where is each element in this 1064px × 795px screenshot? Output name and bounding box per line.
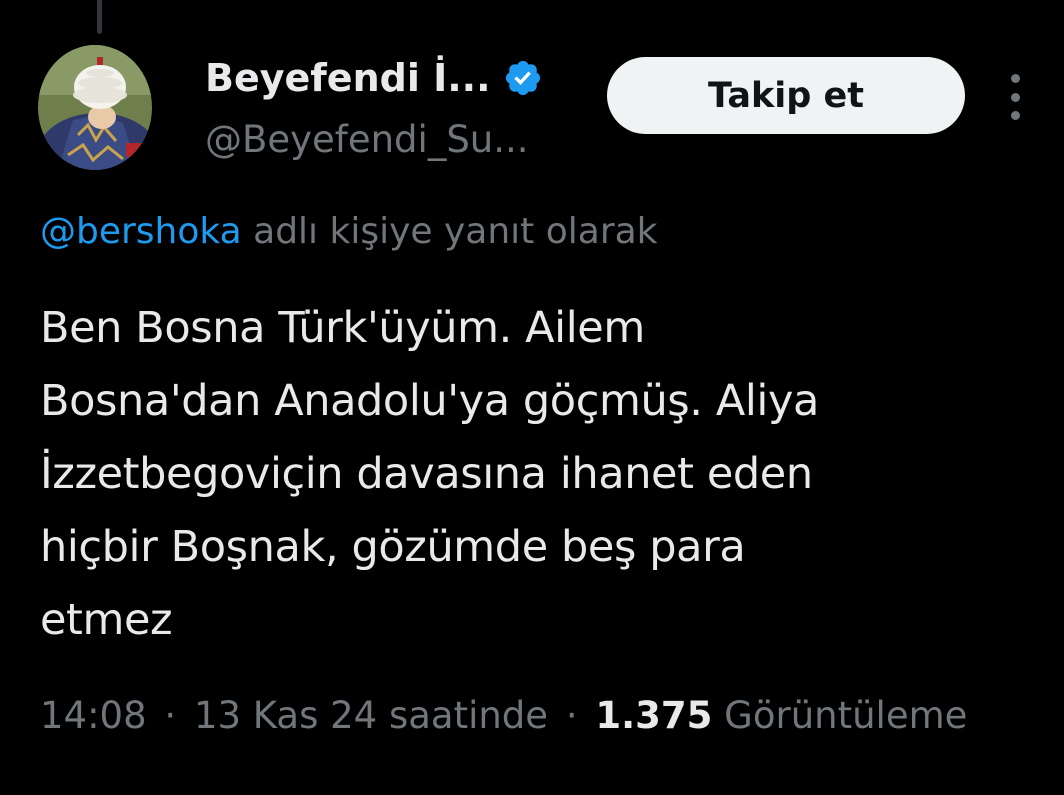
more-dot (1010, 74, 1020, 83)
views-label: Görüntüleme (724, 694, 968, 737)
reply-mention-link[interactable]: @bershoka (40, 211, 242, 252)
tweet-text: Ben Bosna Türk'üyüm. Ailem Bosna'dan Ana… (40, 303, 819, 645)
avatar-ottoman-turban-icon (38, 45, 152, 170)
tweet-time[interactable]: 14:08 (40, 694, 147, 737)
author-name-row: Beyefendi İ... (205, 50, 543, 106)
reply-context-label: adlı kişiye yanıt olarak (241, 211, 658, 252)
follow-button[interactable]: Takip et (607, 57, 965, 134)
avatar[interactable] (38, 45, 152, 170)
reply-context: @bershoka adlı kişiye yanıt olarak (40, 211, 658, 252)
more-dot (1010, 111, 1020, 120)
views-count[interactable]: 1.375 (595, 694, 712, 737)
tweet-meta: 14:08 · 13 Kas 24 saatinde · 1.375 Görün… (40, 686, 1040, 746)
more-vertical-icon[interactable] (1000, 74, 1030, 120)
verified-badge-icon (503, 58, 543, 98)
meta-separator: · (565, 694, 578, 737)
author-display-name[interactable]: Beyefendi İ... (205, 56, 491, 100)
author-handle[interactable]: @Beyefendi_Su... (205, 118, 529, 161)
tweet-date[interactable]: 13 Kas 24 saatinde (194, 694, 548, 737)
meta-separator: · (164, 694, 177, 737)
more-dot (1010, 92, 1020, 102)
thread-connector-line (97, 0, 102, 34)
